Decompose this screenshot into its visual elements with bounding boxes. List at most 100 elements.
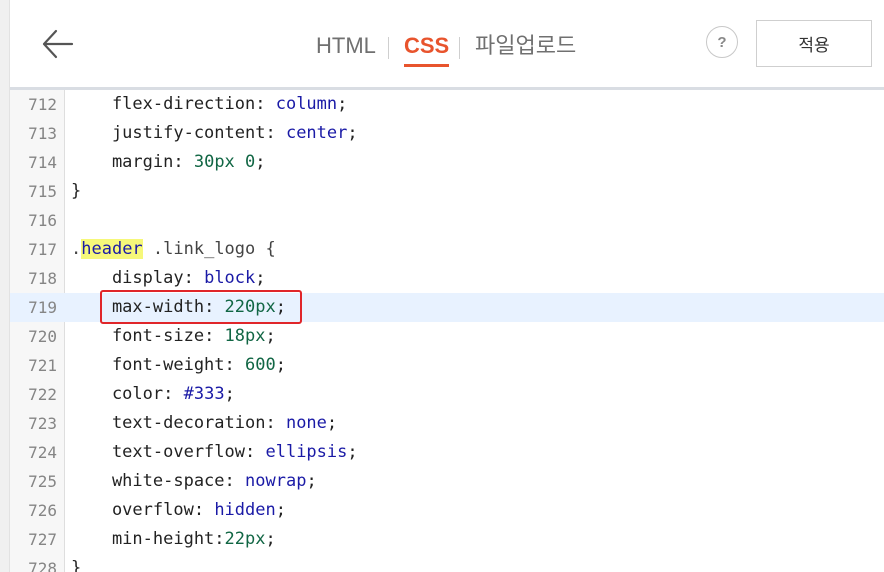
line-code: color: #333; <box>71 380 235 409</box>
question-icon: ? <box>717 33 727 51</box>
code-token: none <box>285 413 327 433</box>
code-token: hidden <box>214 500 276 520</box>
code-token: ; <box>337 94 348 114</box>
line-number: 712 <box>28 95 57 114</box>
line-number: 718 <box>28 269 57 288</box>
code-token: ; <box>275 500 286 520</box>
code-line[interactable]: 717 .header .link_logo { <box>10 235 884 264</box>
line-number: 725 <box>28 472 57 491</box>
line-number: 723 <box>28 414 57 433</box>
code-token: font-size <box>71 326 205 346</box>
code-line[interactable]: 725 white-space: nowrap; <box>10 467 884 496</box>
code-token: ; <box>326 413 338 433</box>
code-token: : <box>214 529 225 549</box>
code-token: color <box>71 384 164 404</box>
line-number: 716 <box>28 211 57 230</box>
editor-header: HTML CSS 파일업로드 ? 적용 <box>10 0 884 90</box>
code-token: : <box>183 268 205 288</box>
code-token: justify-content <box>71 123 266 143</box>
tab-file-upload[interactable]: 파일업로드 <box>475 33 576 59</box>
code-token: ; <box>265 529 276 549</box>
code-line[interactable]: 713 justify-content: center; <box>10 119 884 148</box>
code-token: 220px <box>224 297 276 317</box>
code-token: 22px <box>224 529 266 549</box>
code-token: : <box>224 471 246 491</box>
code-line[interactable]: 715} <box>10 177 884 206</box>
line-number: 714 <box>28 153 57 172</box>
code-token: ; <box>275 355 286 375</box>
code-token: : <box>193 500 215 520</box>
code-token: center <box>285 123 348 143</box>
code-token: : <box>163 384 184 404</box>
code-line[interactable]: 716 <box>10 206 884 235</box>
code-line[interactable]: 718 display: block; <box>10 264 884 293</box>
code-line[interactable]: 720 font-size: 18px; <box>10 322 884 351</box>
code-line[interactable]: 726 overflow: hidden; <box>10 496 884 525</box>
code-token: ; <box>275 297 286 317</box>
tab-html[interactable]: HTML <box>316 33 376 59</box>
window-left-edge <box>0 0 10 572</box>
editor-tabs: HTML CSS 파일업로드 <box>10 0 884 87</box>
code-line[interactable]: 719 max-width: 220px; <box>10 293 884 322</box>
code-token: white-space <box>71 471 225 491</box>
line-number: 724 <box>28 443 57 462</box>
code-line[interactable]: 724 text-overflow: ellipsis; <box>10 438 884 467</box>
line-code: text-overflow: ellipsis; <box>71 438 358 467</box>
line-number: 715 <box>28 182 57 201</box>
code-line[interactable]: 727 min-height:22px; <box>10 525 884 554</box>
line-code: overflow: hidden; <box>71 496 286 525</box>
code-token: text-overflow <box>71 442 245 462</box>
code-token: 30px 0 <box>193 152 256 172</box>
line-code: white-space: nowrap; <box>71 467 317 496</box>
code-token: flex-direction <box>71 94 256 114</box>
help-button[interactable]: ? <box>706 26 738 58</box>
line-code: margin: 30px 0; <box>71 148 266 177</box>
code-line[interactable]: 722 color: #333; <box>10 380 884 409</box>
line-code: } <box>71 554 81 572</box>
code-token: #333 <box>183 384 225 404</box>
code-token: overflow <box>71 500 194 520</box>
code-token: display <box>71 268 184 288</box>
code-token: 18px <box>224 326 266 346</box>
apply-button[interactable]: 적용 <box>756 20 872 67</box>
code-line[interactable]: 723 text-decoration: none; <box>10 409 884 438</box>
line-code: display: block; <box>71 264 266 293</box>
code-token: 600 <box>245 355 276 375</box>
code-token: : <box>245 442 266 462</box>
code-line[interactable]: 714 margin: 30px 0; <box>10 148 884 177</box>
css-code-editor[interactable]: 712 flex-direction: column; 713 justify-c… <box>10 90 884 572</box>
code-line[interactable]: 712 flex-direction: column; <box>10 90 884 119</box>
code-token: : <box>204 297 225 317</box>
code-line[interactable]: 721 font-weight: 600; <box>10 351 884 380</box>
line-number: 726 <box>28 501 57 520</box>
line-number: 728 <box>28 559 57 572</box>
code-token: ; <box>347 123 358 143</box>
code-token: ; <box>255 268 266 288</box>
code-token: .link_logo { <box>142 239 276 259</box>
tab-divider <box>459 37 460 59</box>
code-lines: 712 flex-direction: column; 713 justify-c… <box>10 90 884 572</box>
code-token: } <box>71 558 82 572</box>
line-code: min-height:22px; <box>71 525 276 554</box>
line-code: max-width: 220px; <box>71 293 286 322</box>
code-token: . <box>71 239 82 259</box>
code-token: : <box>204 326 225 346</box>
line-code: font-size: 18px; <box>71 322 276 351</box>
code-token: block <box>204 268 256 288</box>
code-token: ; <box>265 326 276 346</box>
line-number: 713 <box>28 124 57 143</box>
code-token: ellipsis <box>265 442 348 462</box>
line-number: 720 <box>28 327 57 346</box>
code-token: : <box>265 413 286 433</box>
line-code: .header .link_logo { <box>71 235 276 264</box>
code-token: max-width <box>71 297 205 317</box>
code-token: ; <box>255 152 266 172</box>
line-number: 717 <box>28 240 57 259</box>
code-line[interactable]: 728} <box>10 554 884 572</box>
line-code: font-weight: 600; <box>71 351 286 380</box>
code-token: min-height <box>71 529 215 549</box>
code-token: margin <box>71 152 174 172</box>
code-token: text-decoration <box>71 413 266 433</box>
tab-css[interactable]: CSS <box>404 33 450 67</box>
line-code: justify-content: center; <box>71 119 358 148</box>
